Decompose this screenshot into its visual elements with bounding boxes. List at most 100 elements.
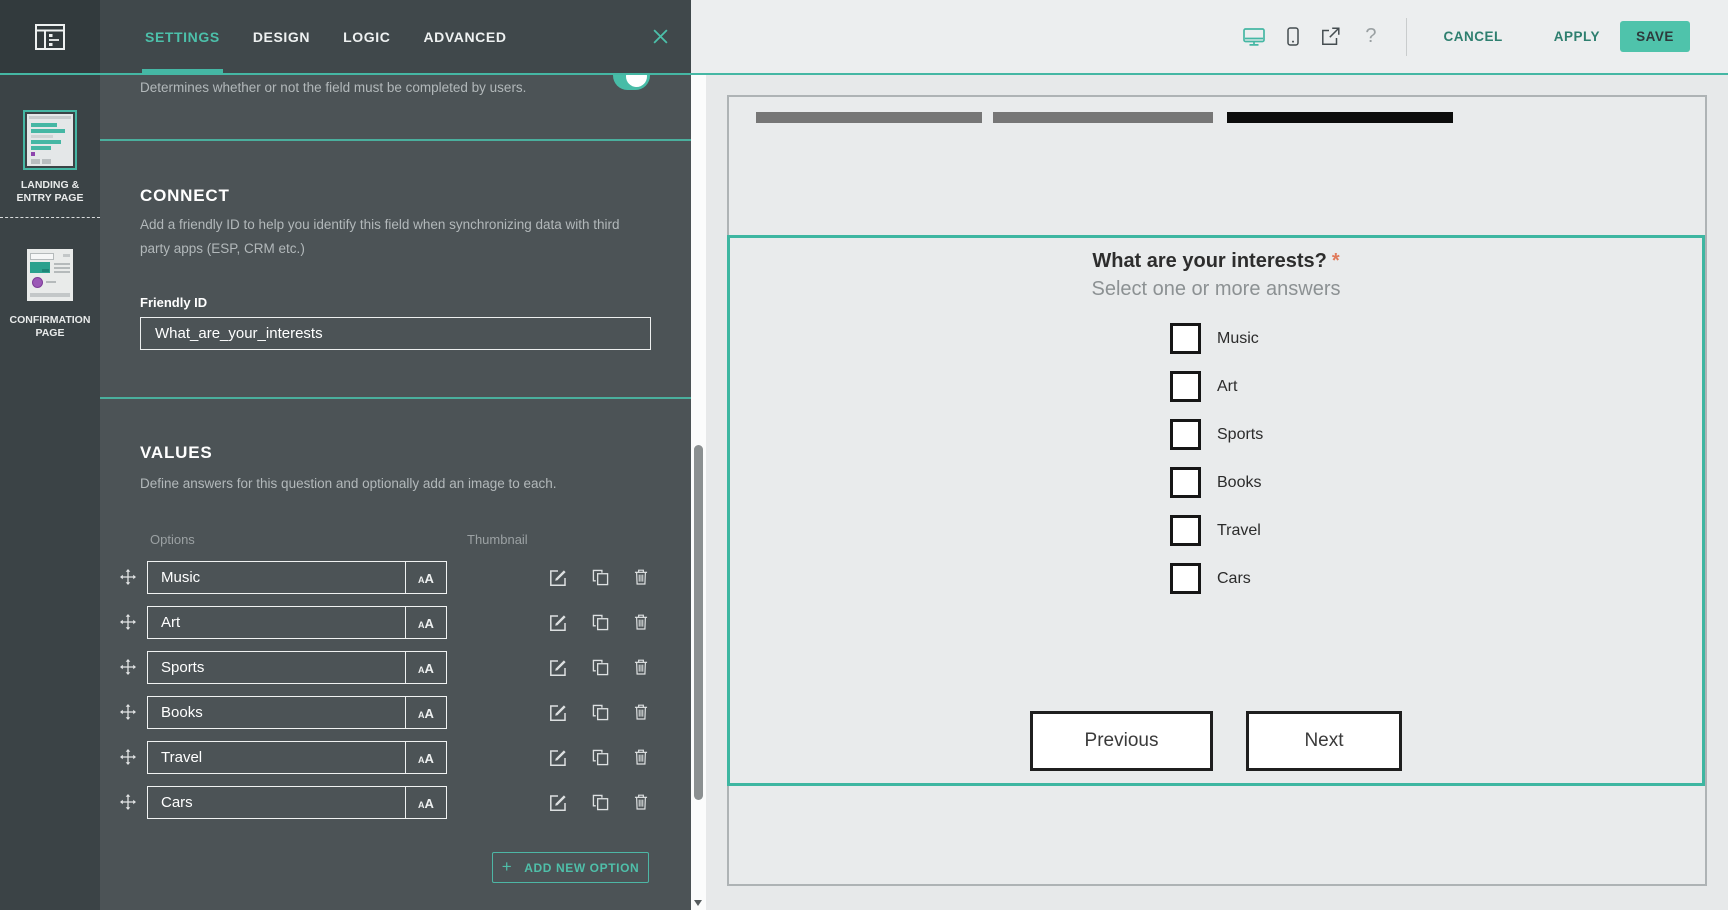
option-input-box: AA (147, 651, 447, 684)
option-text-input[interactable] (148, 794, 405, 811)
duplicate-option-icon[interactable] (592, 749, 609, 766)
text-format-icon[interactable]: AA (405, 742, 446, 773)
option-row: AA (100, 651, 691, 684)
tab-settings[interactable]: SETTINGS (145, 0, 220, 73)
progress-step-1 (756, 112, 982, 123)
panel-scrollbar[interactable] (691, 75, 706, 910)
delete-option-icon[interactable] (634, 614, 648, 630)
option-text-input[interactable] (148, 569, 405, 586)
duplicate-option-icon[interactable] (592, 794, 609, 811)
option-text-input[interactable] (148, 704, 405, 721)
required-toggle[interactable] (613, 75, 650, 90)
required-help-text: Determines whether or not the field must… (140, 80, 610, 95)
checkbox[interactable] (1170, 371, 1201, 402)
page-sidebar: LANDING & ENTRY PAGE CONFIRMATION P (0, 75, 100, 910)
delete-option-icon[interactable] (634, 794, 648, 810)
required-asterisk: * (1332, 250, 1340, 272)
previous-button[interactable]: Previous (1030, 711, 1213, 771)
drag-handle-icon[interactable] (120, 749, 136, 765)
delete-option-icon[interactable] (634, 569, 648, 585)
preview-toolbar: ? CANCEL APPLY SAVE (691, 0, 1728, 73)
duplicate-option-icon[interactable] (592, 659, 609, 676)
checkbox-label: Music (1217, 330, 1259, 348)
sidebar-item-confirmation-page[interactable]: CONFIRMATION PAGE (0, 218, 100, 340)
text-format-icon[interactable]: AA (405, 607, 446, 638)
scroll-down-arrow-icon[interactable] (694, 900, 702, 906)
text-format-icon[interactable]: AA (405, 697, 446, 728)
add-new-option-button[interactable]: + ADD NEW OPTION (492, 852, 649, 883)
edit-option-icon[interactable] (549, 748, 568, 767)
checkbox-label: Books (1217, 474, 1261, 492)
option-row: AA (100, 741, 691, 774)
question-subtitle: Select one or more answers (730, 278, 1702, 301)
option-row: AA (100, 606, 691, 639)
text-format-icon[interactable]: AA (405, 787, 446, 818)
next-button[interactable]: Next (1246, 711, 1402, 771)
option-row: AA (100, 561, 691, 594)
apply-button[interactable]: APPLY (1554, 29, 1600, 44)
sidebar-item-label: CONFIRMATION PAGE (6, 314, 94, 340)
desktop-preview-button[interactable] (1243, 28, 1265, 46)
help-button[interactable]: ? (1365, 25, 1376, 48)
option-text-input[interactable] (148, 659, 405, 676)
checkbox[interactable] (1170, 563, 1201, 594)
delete-option-icon[interactable] (634, 704, 648, 720)
form-builder-app: SETTINGS DESIGN LOGIC ADVANCED ? CANCEL … (0, 0, 1728, 910)
tab-advanced[interactable]: ADVANCED (423, 0, 506, 73)
drag-handle-icon[interactable] (120, 614, 136, 630)
text-format-icon[interactable]: AA (405, 562, 446, 593)
checkbox[interactable] (1170, 323, 1201, 354)
smartphone-icon (1287, 27, 1299, 46)
text-format-icon[interactable]: AA (405, 652, 446, 683)
edit-option-icon[interactable] (549, 793, 568, 812)
mobile-preview-button[interactable] (1287, 27, 1299, 46)
checkbox-label: Travel (1217, 522, 1261, 540)
connect-section-title: CONNECT (140, 186, 230, 206)
edit-option-icon[interactable] (549, 568, 568, 587)
open-preview-button[interactable] (1321, 27, 1340, 46)
scrollbar-thumb[interactable] (694, 445, 703, 800)
duplicate-option-icon[interactable] (592, 704, 609, 721)
delete-option-icon[interactable] (634, 749, 648, 765)
form-preview-area: What are your interests?* Select one or … (706, 75, 1728, 910)
sidebar-item-landing-entry-page[interactable]: LANDING & ENTRY PAGE (0, 75, 100, 205)
monitor-icon (1243, 28, 1265, 46)
option-input-box: AA (147, 561, 447, 594)
edit-option-icon[interactable] (549, 613, 568, 632)
duplicate-option-icon[interactable] (592, 569, 609, 586)
drag-handle-icon[interactable] (120, 659, 136, 675)
form-navigation: Previous Next (730, 711, 1702, 771)
edit-option-icon[interactable] (549, 658, 568, 677)
choice-row: Cars (1170, 563, 1263, 594)
friendly-id-input[interactable] (140, 317, 651, 350)
tab-design[interactable]: DESIGN (253, 0, 310, 73)
cancel-button[interactable]: CANCEL (1443, 29, 1502, 44)
drag-handle-icon[interactable] (120, 569, 136, 585)
edit-option-icon[interactable] (549, 703, 568, 722)
app-logo[interactable] (0, 0, 100, 73)
choice-row: Books (1170, 467, 1263, 498)
option-row: AA (100, 696, 691, 729)
checkbox[interactable] (1170, 467, 1201, 498)
selected-question-block[interactable]: What are your interests?* Select one or … (727, 235, 1705, 786)
delete-option-icon[interactable] (634, 659, 648, 675)
option-text-input[interactable] (148, 614, 405, 631)
section-divider (100, 397, 691, 399)
settings-panel-header: SETTINGS DESIGN LOGIC ADVANCED (100, 0, 691, 73)
option-input-box: AA (147, 606, 447, 639)
close-icon (652, 28, 669, 45)
duplicate-option-icon[interactable] (592, 614, 609, 631)
tab-logic[interactable]: LOGIC (343, 0, 390, 73)
option-text-input[interactable] (148, 749, 405, 766)
form-canvas: What are your interests?* Select one or … (727, 95, 1707, 886)
choice-row: Sports (1170, 419, 1263, 450)
checkbox[interactable] (1170, 419, 1201, 450)
checkbox[interactable] (1170, 515, 1201, 546)
drag-handle-icon[interactable] (120, 704, 136, 720)
values-section-title: VALUES (140, 443, 213, 463)
save-button[interactable]: SAVE (1620, 21, 1690, 52)
close-panel-button[interactable] (652, 28, 669, 45)
checkbox-label: Sports (1217, 426, 1263, 444)
question-title: What are your interests?* (730, 250, 1702, 273)
drag-handle-icon[interactable] (120, 794, 136, 810)
